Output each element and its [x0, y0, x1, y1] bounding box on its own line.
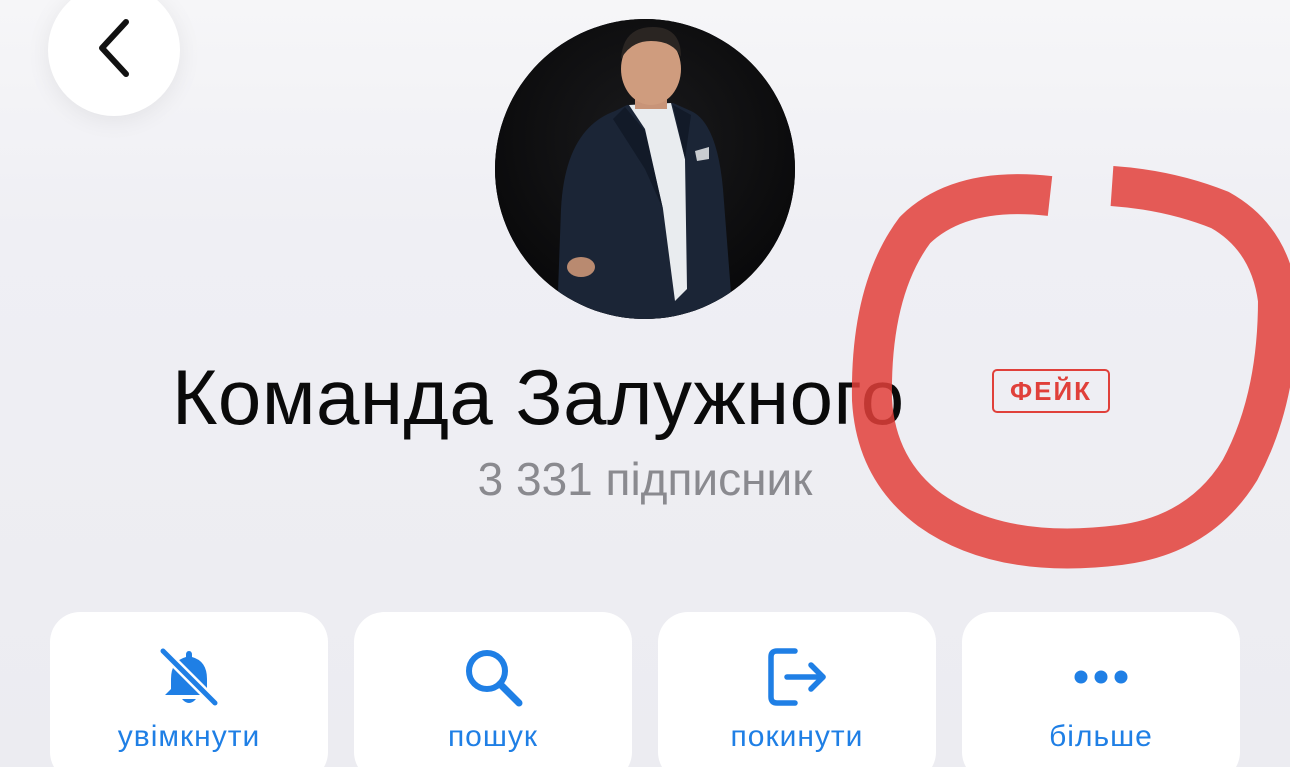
channel-name: Команда Залужного — [172, 353, 905, 441]
subscriber-count-text: 3 331 підписник — [477, 453, 813, 505]
leave-icon — [658, 642, 936, 712]
leave-label: покинути — [730, 720, 864, 753]
unmute-label: увімкнути — [117, 720, 261, 753]
bell-slash-icon — [50, 642, 328, 712]
leave-button[interactable]: покинути — [658, 612, 936, 767]
more-button[interactable]: більше — [962, 612, 1240, 767]
fake-badge: ФЕЙК — [992, 369, 1110, 413]
channel-avatar[interactable] — [495, 19, 795, 319]
back-button[interactable] — [48, 0, 180, 116]
more-label: більше — [1049, 720, 1153, 753]
subscriber-count: 3 331 підписник — [0, 452, 1290, 506]
title-row: Команда Залужного ФЕЙК — [0, 348, 1290, 448]
search-icon — [354, 642, 632, 712]
avatar-photo — [495, 19, 795, 319]
more-icon — [962, 642, 1240, 712]
search-label: пошук — [447, 720, 539, 753]
chevron-left-icon — [94, 16, 134, 85]
unmute-button[interactable]: увімкнути — [50, 612, 328, 767]
action-bar: увімкнути пошук покинути більше — [0, 612, 1290, 767]
search-button[interactable]: пошук — [354, 612, 632, 767]
